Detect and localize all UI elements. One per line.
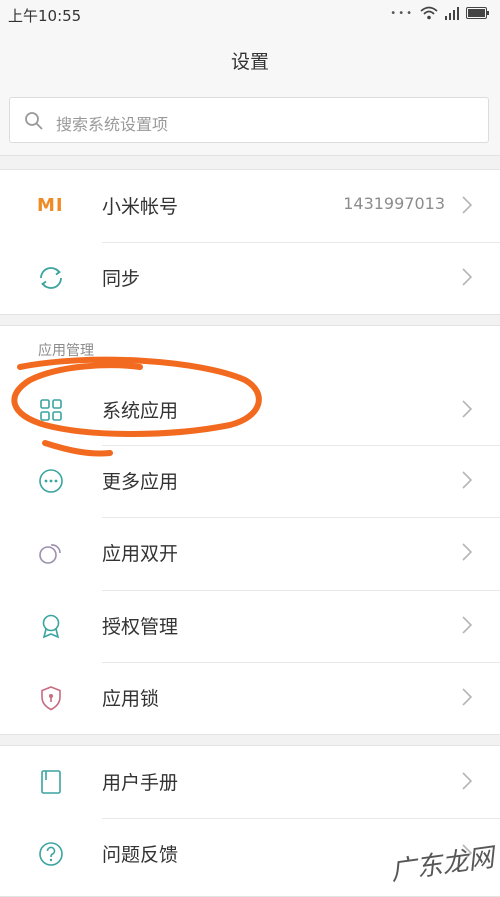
row-label: 系统应用	[102, 400, 179, 422]
book-icon	[41, 770, 61, 794]
chevron-right-icon	[462, 772, 472, 790]
chevron-right-icon	[462, 688, 472, 706]
chevron-right-icon	[462, 196, 472, 214]
more-dots-icon	[39, 469, 63, 493]
chevron-right-icon	[462, 616, 472, 634]
mi-logo-icon: MI	[37, 195, 64, 216]
account-id-value: 1431997013	[343, 194, 445, 213]
row-label: 应用锁	[102, 688, 160, 710]
row-mi-account[interactable]: MI 小米帐号 1431997013	[0, 170, 500, 242]
row-dual-apps[interactable]: 应用双开	[0, 517, 500, 589]
question-icon	[39, 842, 63, 866]
section-label: 应用管理	[38, 343, 94, 359]
row-user-manual[interactable]: 用户手册	[0, 746, 500, 818]
search-input[interactable]: 搜索系统设置项	[9, 97, 489, 143]
chevron-right-icon	[462, 400, 472, 418]
row-label: 小米帐号	[102, 196, 179, 218]
shield-lock-icon	[41, 686, 61, 711]
notification-dots-icon: •••	[390, 7, 414, 19]
row-label: 更多应用	[102, 471, 179, 493]
row-label: 授权管理	[102, 616, 179, 638]
chevron-right-icon	[462, 543, 472, 561]
row-app-lock[interactable]: 应用锁	[0, 662, 500, 734]
dual-circle-icon	[39, 544, 61, 564]
status-time: 上午10:55	[8, 7, 82, 25]
page-header: 设置	[0, 30, 500, 85]
page-title: 设置	[230, 51, 269, 73]
status-icons: •••	[390, 6, 490, 20]
row-label: 同步	[102, 268, 141, 290]
row-permissions[interactable]: 授权管理	[0, 590, 500, 662]
battery-icon	[466, 7, 489, 19]
chevron-right-icon	[462, 471, 472, 489]
row-system-apps[interactable]: 系统应用	[0, 374, 500, 446]
grid-icon	[40, 399, 62, 421]
chevron-right-icon	[462, 268, 472, 286]
row-label: 用户手册	[102, 772, 179, 794]
row-more-apps[interactable]: 更多应用	[0, 445, 500, 517]
signal-icon	[445, 7, 459, 20]
app-management-group: 应用管理 系统应用 更多应用 应用双开 授权管理 应用锁	[0, 325, 500, 735]
row-label: 问题反馈	[102, 844, 179, 866]
wifi-icon	[420, 6, 438, 20]
account-group: MI 小米帐号 1431997013 同步	[0, 169, 500, 315]
search-icon	[25, 112, 43, 130]
badge-icon	[42, 614, 60, 639]
row-label: 应用双开	[102, 543, 179, 565]
row-sync[interactable]: 同步	[0, 242, 500, 314]
search-area: 搜索系统设置项	[0, 85, 500, 156]
search-placeholder: 搜索系统设置项	[56, 115, 169, 134]
sync-icon	[40, 267, 62, 289]
status-bar: 上午10:55 •••	[0, 0, 500, 30]
